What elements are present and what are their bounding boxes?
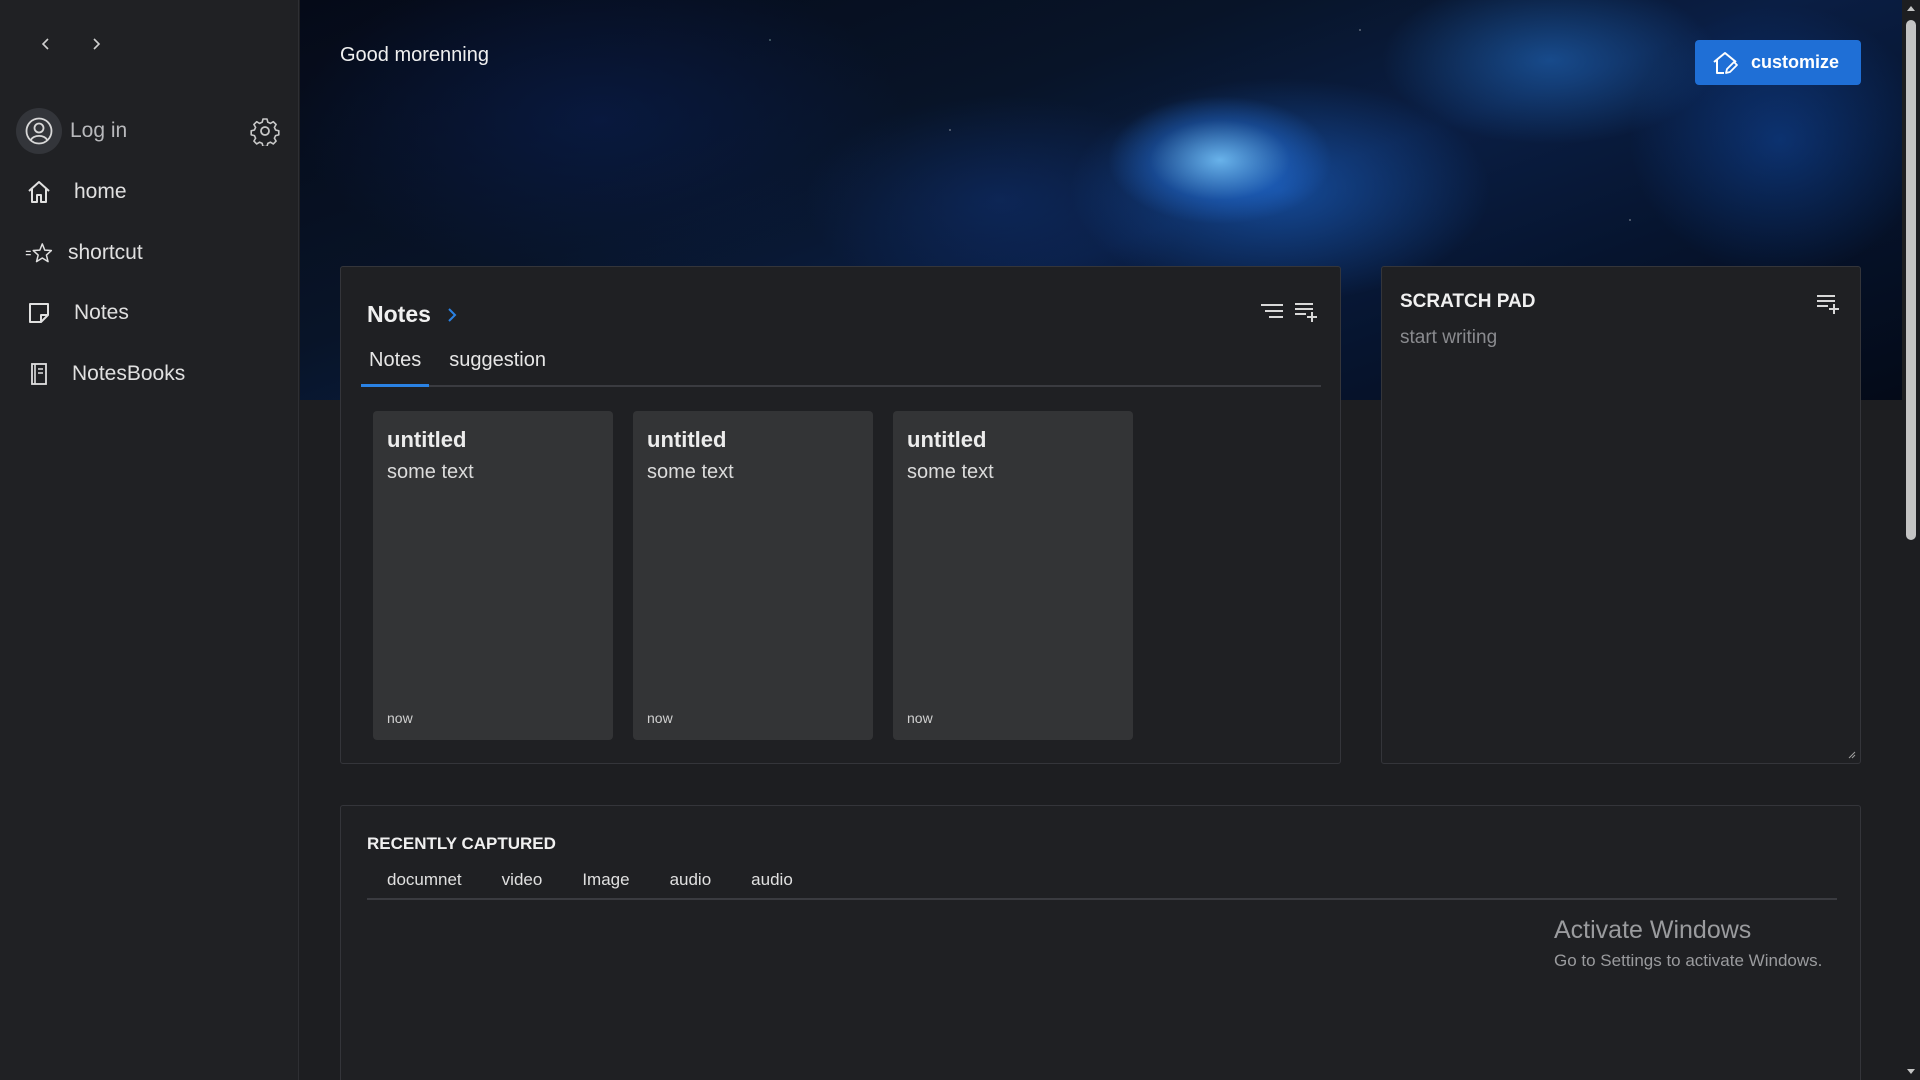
sidebar: Log in home shortcut Notes NotesBooks — [0, 0, 299, 1080]
tab-document[interactable]: documnet — [387, 858, 462, 898]
playlist-add-icon — [1295, 303, 1317, 322]
forward-button[interactable] — [86, 34, 106, 54]
avatar[interactable] — [16, 108, 62, 154]
note-card[interactable]: untitled some text now — [893, 411, 1133, 740]
chevron-right-icon — [93, 38, 101, 50]
sidebar-item-home[interactable]: home — [22, 172, 127, 212]
note-card[interactable]: untitled some text now — [373, 411, 613, 740]
scratch-pad: SCRATCH PAD — [1381, 266, 1861, 764]
sidebar-item-label: home — [74, 180, 127, 203]
add-note-button[interactable] — [1292, 297, 1320, 325]
scroll-down-icon[interactable] — [1905, 1066, 1917, 1078]
notes-panel: Notes Notes suggestion untitled some tex… — [340, 266, 1341, 764]
greeting: Good morenning — [340, 44, 489, 66]
note-title: untitled — [907, 427, 987, 452]
resize-grip-icon[interactable] — [1846, 749, 1856, 759]
notes-header: Notes — [367, 301, 461, 328]
back-button[interactable] — [36, 34, 56, 54]
note-grid: untitled some text now untitled some tex… — [373, 411, 1133, 740]
scratch-pad-title: SCRATCH PAD — [1400, 291, 1536, 312]
notebook-icon — [22, 357, 56, 391]
sidebar-item-label: NotesBooks — [72, 362, 186, 385]
notes-toolbar — [1258, 297, 1320, 325]
capture-tabs: documnet video Image audio audio — [367, 858, 1837, 900]
chevron-left-icon — [41, 38, 49, 50]
note-body: some text — [647, 461, 734, 483]
scroll-up-icon[interactable] — [1905, 2, 1917, 14]
sidebar-item-notes[interactable]: Notes — [22, 293, 129, 333]
note-card[interactable]: untitled some text now — [633, 411, 873, 740]
customize-label: customize — [1751, 52, 1840, 72]
login-label[interactable]: Log in — [70, 119, 127, 143]
scratch-pad-input[interactable] — [1400, 327, 1840, 747]
watermark-title: Activate Windows — [1554, 916, 1752, 944]
tab-audio-2[interactable]: audio — [751, 858, 793, 898]
recently-captured-title: RECENTLY CAPTURED — [367, 834, 556, 853]
note-body: some text — [387, 461, 474, 483]
vertical-scrollbar[interactable] — [1902, 0, 1920, 1080]
sidebar-item-notebooks[interactable]: NotesBooks — [22, 354, 185, 394]
sidebar-item-label: Notes — [74, 301, 129, 324]
note-date: now — [647, 710, 673, 726]
sidebar-item-label: shortcut — [68, 241, 143, 264]
user-circle-icon — [25, 117, 53, 145]
chevron-right-icon[interactable] — [443, 306, 461, 324]
playlist-add-icon — [1817, 295, 1839, 314]
login-row[interactable]: Log in — [16, 106, 284, 156]
gear-icon — [250, 118, 280, 148]
sort-button[interactable] — [1258, 297, 1286, 325]
scrollbar-thumb[interactable] — [1906, 20, 1916, 540]
sort-icon — [1261, 304, 1283, 318]
history-nav — [36, 34, 106, 54]
tab-video[interactable]: video — [502, 858, 543, 898]
home-icon — [22, 175, 56, 209]
home-edit-icon — [1713, 51, 1738, 74]
note-body: some text — [907, 461, 994, 483]
tab-suggestion[interactable]: suggestion — [441, 343, 554, 387]
tab-notes[interactable]: Notes — [361, 343, 430, 387]
note-title: untitled — [387, 427, 467, 452]
activate-windows-watermark: Activate Windows Go to Settings to activ… — [1554, 916, 1822, 971]
notes-tabs: Notes suggestion — [361, 343, 1321, 387]
watermark-subtitle: Go to Settings to activate Windows. — [1554, 951, 1823, 970]
tab-image[interactable]: Image — [582, 858, 629, 898]
tab-audio[interactable]: audio — [670, 858, 712, 898]
settings-button[interactable] — [250, 116, 280, 148]
note-title: untitled — [647, 427, 727, 452]
note-date: now — [907, 710, 933, 726]
scratch-pad-menu-button[interactable] — [1814, 289, 1842, 317]
notes-title: Notes — [367, 301, 431, 327]
sidebar-item-shortcut[interactable]: shortcut — [22, 233, 143, 273]
customize-button[interactable]: customize — [1695, 40, 1861, 85]
note-icon — [22, 296, 56, 330]
note-date: now — [387, 710, 413, 726]
star-icon — [22, 236, 56, 270]
